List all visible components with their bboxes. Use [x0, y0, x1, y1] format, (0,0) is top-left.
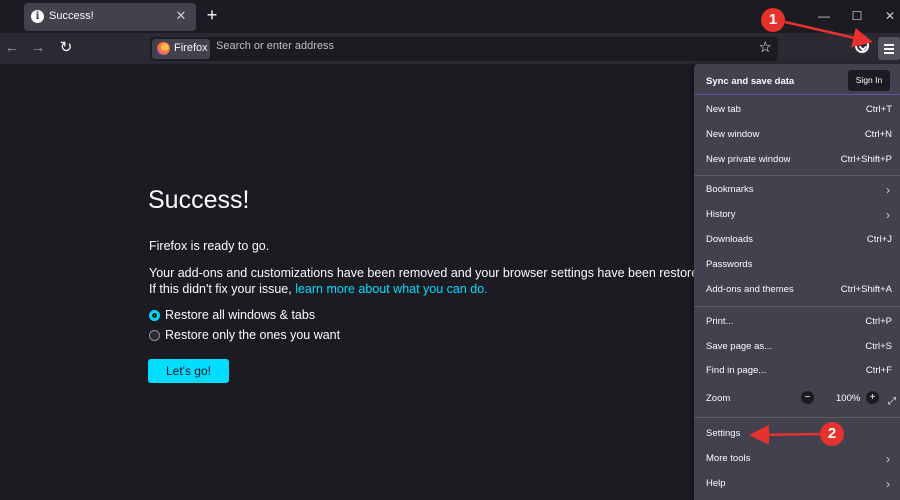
annotation-arrows — [749, 20, 873, 445]
annotation-badge-2: 2 — [820, 422, 844, 446]
annotation-badge-1: 1 — [761, 8, 785, 32]
arrow-to-menu — [784, 20, 873, 48]
arrow-to-settings — [749, 424, 821, 445]
